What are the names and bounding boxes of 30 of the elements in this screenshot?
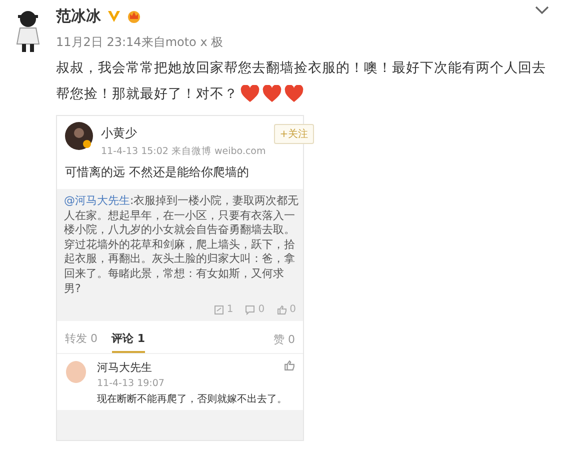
comment-text: 现在断断不能再爬了，否则就嫁不出去了。 xyxy=(97,392,288,406)
heart-icon xyxy=(284,85,304,104)
chevron-down-icon[interactable] xyxy=(535,6,549,15)
tab[interactable]: 评论 1 xyxy=(112,325,145,354)
follow-button[interactable]: +关注 xyxy=(274,124,314,144)
comment-icon xyxy=(245,304,256,315)
like-count[interactable]: 赞 0 xyxy=(274,325,295,348)
heart-icon xyxy=(240,85,260,104)
card-text: 可惜离的远 不然还是能给你爬墙的 xyxy=(64,164,250,181)
mention-link[interactable]: @河马大先生 xyxy=(64,194,130,207)
stat-count[interactable]: 1 xyxy=(214,304,234,316)
thumbs-up-icon xyxy=(276,304,287,315)
crown-icon xyxy=(127,9,141,23)
user-name[interactable]: 小黄少 xyxy=(101,125,266,142)
user-avatar xyxy=(65,122,93,150)
post-text: 叔叔，我会常常把她放回家帮您去翻墙捡衣服的！噢！最好下次能有两个人回去帮您捡！那就最好了！对不？ xyxy=(56,59,547,106)
stat-count[interactable]: 0 xyxy=(276,304,296,316)
commenter-avatar xyxy=(65,360,87,384)
post-time: 11月2日 23:14 xyxy=(56,34,142,51)
post-source: 来自moto x 极 xyxy=(141,34,224,51)
repost-icon xyxy=(214,304,224,315)
comment-time: 11-4-13 19:07 xyxy=(97,378,166,390)
tab[interactable]: 转发 0 xyxy=(65,325,98,354)
heart-icon xyxy=(262,85,282,104)
stat-count[interactable]: 0 xyxy=(245,304,265,316)
quote-text: @河马大先生:衣服掉到一楼小院，妻取两次都无人在家。想起早年，在一小区，只要有衣落入一楼小院，八九岁的小女就会自告奋勇翻墙去取。穿过花墙外的花草和剑麻，爬上墙头，跃下，拾起衣服，再翻出。灰头土脸的归家大叫：爸，拿回来了。每睹此景，常想：有女如斯，又何求男? xyxy=(64,194,300,296)
author-name[interactable]: 范冰冰 xyxy=(56,6,101,26)
thumbs-up-icon[interactable] xyxy=(284,360,295,372)
post-meta: 11-4-13 15:02 来自微博 weibo.com xyxy=(101,145,266,158)
commenter-name[interactable]: 河马大先生 xyxy=(97,360,152,376)
